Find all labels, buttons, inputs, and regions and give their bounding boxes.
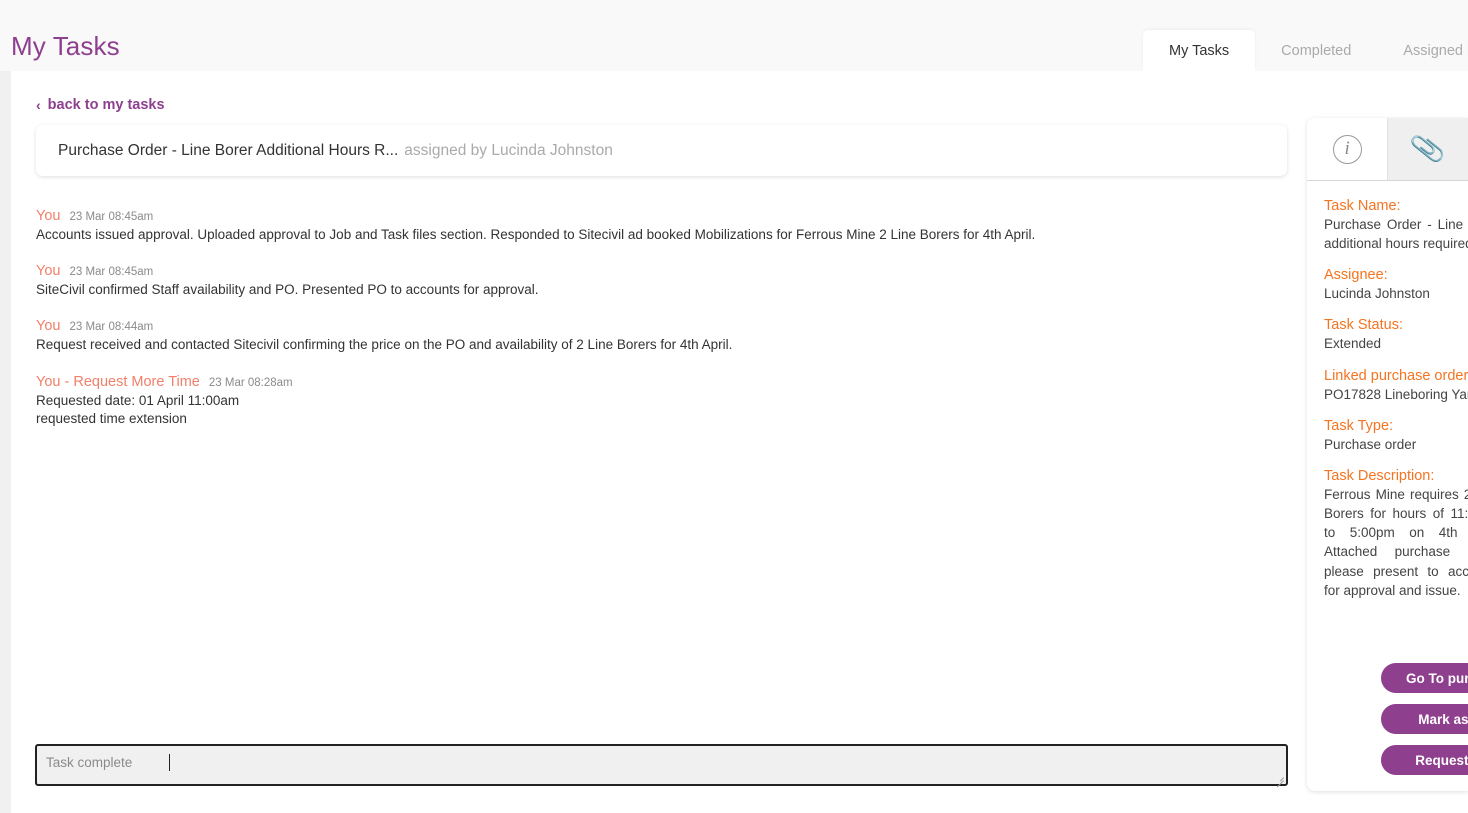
tab-completed-label: Completed [1281,42,1352,59]
info-icon: i [1332,134,1362,164]
field-label: Linked purchase order: [1324,367,1468,384]
tab-my-tasks-label: My Tasks [1169,42,1230,59]
field-value: Lucinda Johnston [1324,286,1430,302]
feed-author: You [36,208,61,224]
task-action-buttons: Go To purchase order Mark as Complete Re… [1381,663,1468,786]
field-value: Purchase Order - Line Borer additional h… [1324,217,1468,252]
feed-body-line: requested time extension [36,410,187,426]
field-task-description: Task Description: Ferrous Mine requires … [1324,468,1468,600]
feed-entry-header: You 23 Mar 08:45am [36,263,1287,279]
panel-divider [1307,180,1468,181]
chevron-left-icon: ‹ [36,97,41,113]
feed-entry-header: You - Request More Time 23 Mar 08:28am [36,374,1287,390]
feed-body-line: Accounts issued approval. Uploaded appro… [36,227,1036,242]
feed-body-line: SiteCivil confirmed Staff availability a… [36,282,539,298]
back-to-my-tasks-link[interactable]: ‹ back to my tasks [36,97,165,113]
resize-handle-icon[interactable] [1275,773,1284,788]
feed-timestamp: 23 Mar 08:28am [208,376,293,389]
field-task-type: Task Type: Purchase order [1324,418,1468,454]
tab-assigned-by[interactable]: Assigned by [1377,30,1468,71]
feed-author: You [36,263,61,280]
mark-as-complete-button[interactable]: Mark as Complete [1381,704,1468,734]
page-title: My Tasks [11,31,120,61]
field-value: Purchase order [1324,436,1417,452]
go-to-purchase-order-button[interactable]: Go To purchase order [1381,663,1468,693]
field-value: Ferrous Mine requires 2 Line Borers for … [1324,486,1468,598]
feed-entry: You 23 Mar 08:44am Request received and … [36,318,1287,354]
feed-entry: You 23 Mar 08:45am SiteCivil confirmed S… [36,263,1287,299]
task-name: Purchase Order - Line Borer Additional H… [58,141,399,159]
field-label: Task Description: [1324,467,1435,484]
task-details-panel: i 📎 Task Name: Purchase Order - Line Bor… [1307,118,1468,791]
tab-completed[interactable]: Completed [1255,30,1377,71]
comment-textarea-value: Task complete [46,755,133,770]
tab-assigned-by-label: Assigned by [1403,42,1468,59]
task-details-tab-bar: i 📎 [1307,118,1468,180]
feed-body-line: Request received and contacted Sitecivil… [36,337,733,353]
feed-body-line: Requested date: 01 April 11:00am [36,392,240,408]
task-assigned-by: assigned by Lucinda Johnston [404,141,613,159]
sidebar-tab-attachments[interactable]: 📎 [1387,118,1468,180]
feed-entry: You 23 Mar 08:45am Accounts issued appro… [36,208,1287,244]
feed-timestamp: 23 Mar 08:44am [69,321,154,334]
feed-timestamp: 23 Mar 08:45am [69,211,154,223]
back-link-label: back to my tasks [47,97,165,113]
comment-textarea[interactable]: Task complete [35,744,1288,788]
feed-entry-header: You 23 Mar 08:45am [36,208,1287,224]
feed-author: You - Request More Time [36,373,200,390]
field-linked-purchase-order: Linked purchase order: PO17828 Lineborin… [1324,368,1468,404]
main-content: ‹ back to my tasks Purchase Order - Line… [11,71,1468,813]
page-header: My Tasks My Tasks Completed Assigned by [0,0,1468,71]
field-assignee: Assignee: Lucinda Johnston [1324,267,1468,303]
task-details-fields: Task Name: Purchase Order - Line Borer a… [1324,198,1468,614]
feed-author: You [36,318,61,335]
field-label: Assignee: [1324,267,1388,284]
task-title-card[interactable]: Purchase Order - Line Borer Additional H… [36,125,1287,176]
paperclip-icon: 📎 [1408,130,1448,167]
field-task-status: Task Status: Extended [1324,317,1468,353]
text-cursor [169,754,170,771]
field-label: Task Status: [1324,317,1403,334]
feed-timestamp: 23 Mar 08:45am [69,266,154,279]
activity-feed: You 23 Mar 08:45am Accounts issued appro… [36,208,1287,447]
tab-my-tasks[interactable]: My Tasks [1143,30,1256,71]
request-more-time-button[interactable]: Request more time [1381,745,1468,775]
field-task-name: Task Name: Purchase Order - Line Borer a… [1324,198,1468,253]
field-value: Extended [1324,336,1382,352]
feed-entry-header: You 23 Mar 08:44am [36,318,1287,334]
field-value: PO17828 Lineboring Yandi ... [1324,386,1468,402]
my-tasks-page: My Tasks My Tasks Completed Assigned by … [0,0,1468,813]
feed-entry-request-more-time: You - Request More Time 23 Mar 08:28am R… [36,374,1287,428]
field-label: Task Type: [1324,417,1394,434]
tab-bar: My Tasks Completed Assigned by [1143,30,1468,71]
field-label: Task Name: [1324,198,1401,214]
sidebar-tab-info[interactable]: i [1307,118,1388,180]
